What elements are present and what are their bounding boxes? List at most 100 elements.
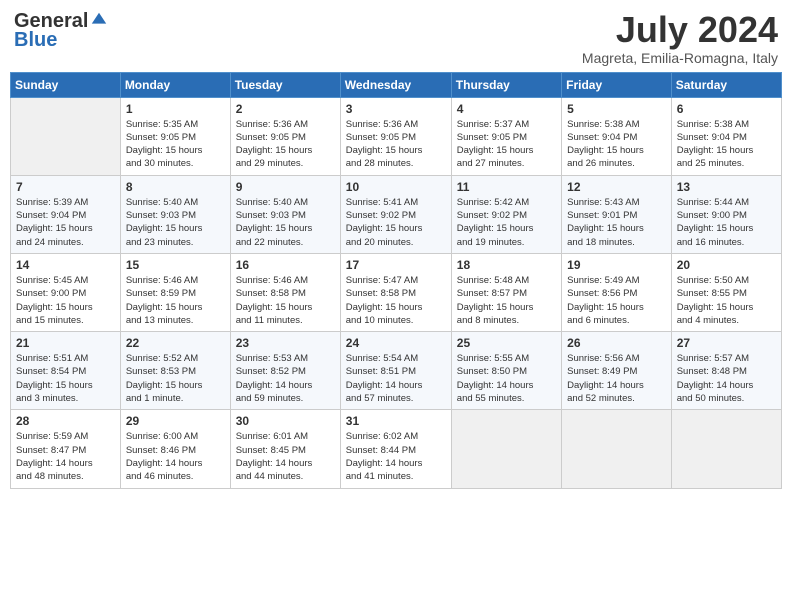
- day-number: 28: [16, 414, 115, 428]
- day-info: Sunrise: 5:40 AM Sunset: 9:03 PM Dayligh…: [236, 196, 335, 249]
- day-info: Sunrise: 5:54 AM Sunset: 8:51 PM Dayligh…: [346, 352, 446, 405]
- day-info: Sunrise: 5:49 AM Sunset: 8:56 PM Dayligh…: [567, 274, 666, 327]
- calendar-cell: 6 Sunrise: 5:38 AM Sunset: 9:04 PM Daylig…: [671, 97, 781, 175]
- day-info: Sunrise: 6:01 AM Sunset: 8:45 PM Dayligh…: [236, 430, 335, 483]
- day-info: Sunrise: 5:55 AM Sunset: 8:50 PM Dayligh…: [457, 352, 556, 405]
- calendar-cell: 21 Sunrise: 5:51 AM Sunset: 8:54 PM Dayli…: [11, 332, 121, 410]
- calendar-cell: 4Sunrise: 5:37 AM Sunset: 9:05 PM Daylig…: [451, 97, 561, 175]
- column-header-sunday: Sunday: [11, 72, 121, 97]
- day-number: 12: [567, 180, 666, 194]
- calendar-cell: 3 Sunrise: 5:36 AM Sunset: 9:05 PM Daylig…: [340, 97, 451, 175]
- calendar-week-2: 7 Sunrise: 5:39 AM Sunset: 9:04 PM Daylig…: [11, 175, 782, 253]
- day-number: 20: [677, 258, 776, 272]
- calendar-week-1: 1Sunrise: 5:35 AM Sunset: 9:05 PM Daylig…: [11, 97, 782, 175]
- day-number: 17: [346, 258, 446, 272]
- calendar-cell: 1Sunrise: 5:35 AM Sunset: 9:05 PM Daylig…: [120, 97, 230, 175]
- calendar-cell: 18 Sunrise: 5:48 AM Sunset: 8:57 PM Dayli…: [451, 253, 561, 331]
- day-number: 2: [236, 102, 335, 116]
- day-info: Sunrise: 5:36 AM Sunset: 9:05 PM Dayligh…: [346, 118, 446, 171]
- calendar-header-row: SundayMondayTuesdayWednesdayThursdayFrid…: [11, 72, 782, 97]
- day-info: Sunrise: 5:35 AM Sunset: 9:05 PM Dayligh…: [126, 118, 225, 171]
- calendar-cell: 7 Sunrise: 5:39 AM Sunset: 9:04 PM Daylig…: [11, 175, 121, 253]
- day-number: 22: [126, 336, 225, 350]
- page-header: General Blue July 2024 Magreta, Emilia-R…: [10, 10, 782, 66]
- calendar-cell: 8 Sunrise: 5:40 AM Sunset: 9:03 PM Daylig…: [120, 175, 230, 253]
- calendar-cell: 20Sunrise: 5:50 AM Sunset: 8:55 PM Dayli…: [671, 253, 781, 331]
- calendar-cell: 29 Sunrise: 6:00 AM Sunset: 8:46 PM Dayli…: [120, 410, 230, 488]
- day-info: Sunrise: 6:02 AM Sunset: 8:44 PM Dayligh…: [346, 430, 446, 483]
- calendar-cell: 13 Sunrise: 5:44 AM Sunset: 9:00 PM Dayli…: [671, 175, 781, 253]
- location-title: Magreta, Emilia-Romagna, Italy: [582, 50, 778, 66]
- day-info: Sunrise: 5:38 AM Sunset: 9:04 PM Dayligh…: [567, 118, 666, 171]
- calendar-cell: [11, 97, 121, 175]
- day-number: 10: [346, 180, 446, 194]
- day-number: 18: [457, 258, 556, 272]
- day-info: Sunrise: 5:45 AM Sunset: 9:00 PM Dayligh…: [16, 274, 115, 327]
- day-number: 14: [16, 258, 115, 272]
- day-number: 3: [346, 102, 446, 116]
- day-number: 19: [567, 258, 666, 272]
- logo-blue-text: Blue: [14, 29, 57, 52]
- column-header-thursday: Thursday: [451, 72, 561, 97]
- day-number: 15: [126, 258, 225, 272]
- day-info: Sunrise: 5:36 AM Sunset: 9:05 PM Dayligh…: [236, 118, 335, 171]
- day-info: Sunrise: 5:40 AM Sunset: 9:03 PM Dayligh…: [126, 196, 225, 249]
- calendar-cell: 26 Sunrise: 5:56 AM Sunset: 8:49 PM Dayli…: [562, 332, 672, 410]
- day-number: 29: [126, 414, 225, 428]
- calendar-table: SundayMondayTuesdayWednesdayThursdayFrid…: [10, 72, 782, 489]
- calendar-cell: 9 Sunrise: 5:40 AM Sunset: 9:03 PM Daylig…: [230, 175, 340, 253]
- calendar-cell: 30 Sunrise: 6:01 AM Sunset: 8:45 PM Dayli…: [230, 410, 340, 488]
- day-info: Sunrise: 5:42 AM Sunset: 9:02 PM Dayligh…: [457, 196, 556, 249]
- calendar-cell: 16 Sunrise: 5:46 AM Sunset: 8:58 PM Dayli…: [230, 253, 340, 331]
- day-number: 4: [457, 102, 556, 116]
- calendar-cell: [671, 410, 781, 488]
- day-number: 31: [346, 414, 446, 428]
- day-info: Sunrise: 5:46 AM Sunset: 8:59 PM Dayligh…: [126, 274, 225, 327]
- day-info: Sunrise: 6:00 AM Sunset: 8:46 PM Dayligh…: [126, 430, 225, 483]
- column-header-wednesday: Wednesday: [340, 72, 451, 97]
- calendar-cell: 24 Sunrise: 5:54 AM Sunset: 8:51 PM Dayli…: [340, 332, 451, 410]
- day-number: 16: [236, 258, 335, 272]
- calendar-cell: [451, 410, 561, 488]
- day-info: Sunrise: 5:57 AM Sunset: 8:48 PM Dayligh…: [677, 352, 776, 405]
- day-number: 7: [16, 180, 115, 194]
- day-number: 11: [457, 180, 556, 194]
- day-info: Sunrise: 5:56 AM Sunset: 8:49 PM Dayligh…: [567, 352, 666, 405]
- day-number: 23: [236, 336, 335, 350]
- day-info: Sunrise: 5:46 AM Sunset: 8:58 PM Dayligh…: [236, 274, 335, 327]
- calendar-cell: 11 Sunrise: 5:42 AM Sunset: 9:02 PM Dayli…: [451, 175, 561, 253]
- calendar-week-4: 21 Sunrise: 5:51 AM Sunset: 8:54 PM Dayli…: [11, 332, 782, 410]
- day-info: Sunrise: 5:41 AM Sunset: 9:02 PM Dayligh…: [346, 196, 446, 249]
- calendar-cell: 10 Sunrise: 5:41 AM Sunset: 9:02 PM Dayli…: [340, 175, 451, 253]
- day-number: 30: [236, 414, 335, 428]
- calendar-cell: 28 Sunrise: 5:59 AM Sunset: 8:47 PM Dayli…: [11, 410, 121, 488]
- calendar-cell: [562, 410, 672, 488]
- day-info: Sunrise: 5:43 AM Sunset: 9:01 PM Dayligh…: [567, 196, 666, 249]
- logo: General Blue: [14, 10, 108, 52]
- calendar-cell: 5 Sunrise: 5:38 AM Sunset: 9:04 PM Daylig…: [562, 97, 672, 175]
- column-header-tuesday: Tuesday: [230, 72, 340, 97]
- day-number: 5: [567, 102, 666, 116]
- day-info: Sunrise: 5:38 AM Sunset: 9:04 PM Dayligh…: [677, 118, 776, 171]
- calendar-cell: 17Sunrise: 5:47 AM Sunset: 8:58 PM Dayli…: [340, 253, 451, 331]
- day-info: Sunrise: 5:44 AM Sunset: 9:00 PM Dayligh…: [677, 196, 776, 249]
- calendar-cell: 15 Sunrise: 5:46 AM Sunset: 8:59 PM Dayli…: [120, 253, 230, 331]
- day-number: 24: [346, 336, 446, 350]
- day-number: 6: [677, 102, 776, 116]
- day-info: Sunrise: 5:51 AM Sunset: 8:54 PM Dayligh…: [16, 352, 115, 405]
- day-info: Sunrise: 5:59 AM Sunset: 8:47 PM Dayligh…: [16, 430, 115, 483]
- day-info: Sunrise: 5:53 AM Sunset: 8:52 PM Dayligh…: [236, 352, 335, 405]
- day-info: Sunrise: 5:39 AM Sunset: 9:04 PM Dayligh…: [16, 196, 115, 249]
- day-info: Sunrise: 5:48 AM Sunset: 8:57 PM Dayligh…: [457, 274, 556, 327]
- day-info: Sunrise: 5:52 AM Sunset: 8:53 PM Dayligh…: [126, 352, 225, 405]
- month-title: July 2024: [582, 10, 778, 50]
- day-number: 27: [677, 336, 776, 350]
- day-number: 8: [126, 180, 225, 194]
- day-number: 21: [16, 336, 115, 350]
- title-block: July 2024 Magreta, Emilia-Romagna, Italy: [582, 10, 778, 66]
- day-number: 13: [677, 180, 776, 194]
- calendar-week-5: 28 Sunrise: 5:59 AM Sunset: 8:47 PM Dayli…: [11, 410, 782, 488]
- day-number: 9: [236, 180, 335, 194]
- day-number: 26: [567, 336, 666, 350]
- calendar-cell: 2 Sunrise: 5:36 AM Sunset: 9:05 PM Daylig…: [230, 97, 340, 175]
